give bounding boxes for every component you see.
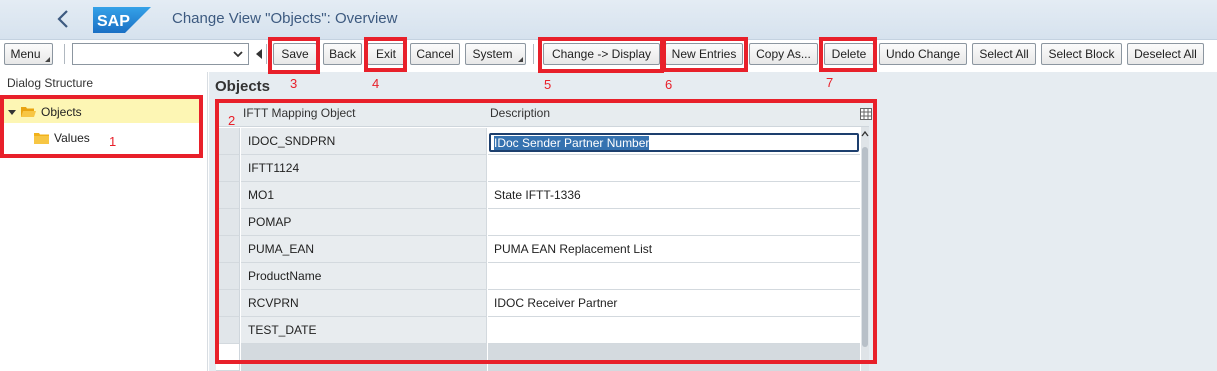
title-bar: SAP Change View "Objects": Overview [0,0,1217,40]
column-header-object[interactable]: IFTT Mapping Object [243,106,356,120]
tree-item-values[interactable]: Values [34,131,90,145]
scrollbar-thumb[interactable] [862,147,868,347]
save-button[interactable]: Save [273,43,317,65]
main-area: Objects IFTT Mapping Object Description … [209,72,1217,371]
application-toolbar: Menu Save Back Exit Cancel System Change… [0,40,1217,72]
section-title: Objects [215,78,271,95]
row-selector[interactable] [216,236,240,263]
folder-icon [34,133,49,144]
annotation-number: 4 [372,76,380,91]
dialog-structure-header: Dialog Structure [7,76,94,90]
row-selector[interactable] [216,344,240,371]
table-cell-description[interactable]: State IFTT-1336 [488,182,860,209]
tree-node-objects[interactable]: Objects [8,105,82,119]
new-entries-button[interactable]: New Entries [665,43,743,65]
select-block-button[interactable]: Select Block [1041,43,1122,65]
annotation-number: 5 [544,77,552,92]
annotation-number: 3 [290,76,298,91]
svg-text:SAP: SAP [97,13,130,30]
chevron-down-icon[interactable] [232,47,244,61]
expand-triangle-icon[interactable] [8,109,16,115]
table-cell-object: PUMA_EAN [241,236,487,263]
objects-table: IFTT Mapping Object Description IDOC_SND… [216,102,872,371]
table-cell-object: IDOC_SNDPRN [241,128,487,155]
back-button[interactable]: Back [323,43,362,65]
copy-as-button[interactable]: Copy As... [749,43,818,65]
change-display-button[interactable]: Change -> Display [543,43,660,65]
toggle-toolbar-icon[interactable] [256,49,262,59]
row-selector[interactable] [216,317,240,344]
row-selector[interactable] [216,263,240,290]
exit-button[interactable]: Exit [367,43,405,65]
table-header: IFTT Mapping Object Description [216,102,872,127]
dialog-structure-panel: Dialog Structure Objects Values [0,72,208,371]
column-header-description[interactable]: Description [490,106,550,120]
cancel-button[interactable]: Cancel [410,43,460,65]
row-selector[interactable] [216,290,240,317]
vertical-scrollbar[interactable] [861,127,869,371]
scroll-up-icon[interactable] [861,130,869,138]
back-arrow-icon[interactable] [52,6,76,32]
tree-item-label: Values [54,131,90,145]
table-cell-description[interactable] [488,263,860,290]
table-cell-object-empty [241,344,487,371]
table-settings-icon[interactable] [860,108,872,120]
tree-item-label: Objects [41,105,82,119]
table-cell-object: TEST_DATE [241,317,487,344]
undo-change-button[interactable]: Undo Change [879,43,967,65]
deselect-all-button[interactable]: Deselect All [1127,43,1204,65]
table-cell-description-empty [488,344,860,371]
page-title: Change View "Objects": Overview [172,10,398,27]
table-cell-object: RCVPRN [241,290,487,317]
table-cell-object: POMAP [241,209,487,236]
annotation-number: 7 [826,75,834,90]
annotation-number: 6 [665,77,673,92]
select-all-button[interactable]: Select All [972,43,1036,65]
row-selector[interactable] [216,128,240,155]
table-cell-description[interactable]: IDOC Receiver Partner [488,290,860,317]
table-cell-description[interactable] [488,317,860,344]
delete-button[interactable]: Delete [824,43,874,65]
table-cell-object: MO1 [241,182,487,209]
annotation-number: 2 [228,113,236,128]
table-cell-description[interactable]: IDoc Sender Partner Number [488,128,860,155]
sap-logo: SAP [93,7,151,33]
table-cell-object: ProductName [241,263,487,290]
table-cell-description[interactable]: PUMA EAN Replacement List [488,236,860,263]
menu-button[interactable]: Menu [4,43,53,65]
table-cell-description[interactable] [488,209,860,236]
description-input-selected-text[interactable]: IDoc Sender Partner Number [494,136,650,150]
row-selector[interactable] [216,155,240,182]
annotation-number: 1 [109,134,117,149]
table-cell-description[interactable] [488,155,860,182]
open-folder-icon [21,107,36,117]
row-selector[interactable] [216,209,240,236]
command-field[interactable] [72,43,249,65]
system-button[interactable]: System [465,43,526,65]
row-selector[interactable] [216,182,240,209]
table-cell-object: IFTT1124 [241,155,487,182]
